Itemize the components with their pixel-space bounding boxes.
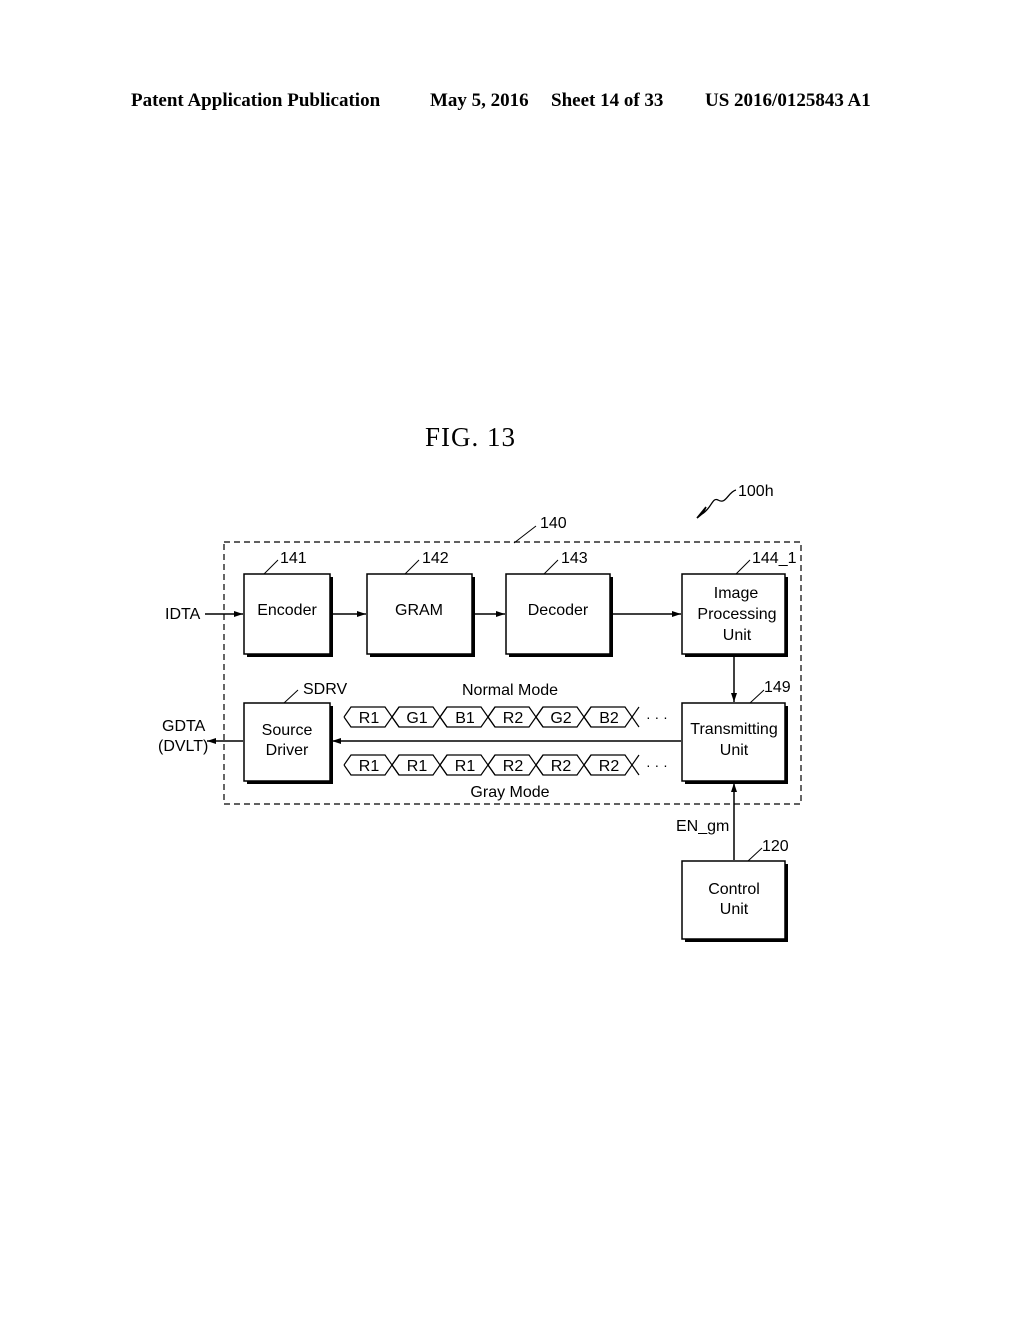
decoder-label: Decoder [528, 602, 589, 619]
normal-mode-cell-label: B1 [455, 710, 475, 727]
gray-mode-cell-label: R2 [503, 758, 524, 775]
normal-mode-cell-label: R2 [503, 710, 524, 727]
ref-149: 149 [764, 679, 791, 696]
ref-142: 142 [422, 550, 449, 567]
control-unit-block: Control Unit 120 [681, 838, 789, 942]
normal-mode-cell-label: G2 [550, 710, 571, 727]
decoder-block: Decoder 143 [505, 550, 613, 657]
signal-dvlt: (DVLT) [158, 738, 208, 755]
source-driver-label-1: Source [262, 722, 313, 739]
gray-mode-cell-label: R1 [455, 758, 476, 775]
transmitting-label-2: Unit [720, 742, 749, 759]
normal-mode-cell-label: G1 [406, 710, 427, 727]
ref-100h-leader [701, 489, 737, 515]
ref-100h: 100h [738, 483, 774, 500]
control-label-1: Control [708, 881, 760, 898]
image-processing-label-2: Processing [697, 606, 776, 623]
normal-mode-ellipsis: · · · [646, 709, 668, 725]
ref-141: 141 [280, 550, 307, 567]
transmitting-label-1: Transmitting [690, 721, 777, 738]
signal-idta: IDTA [165, 606, 201, 623]
block-diagram: 100h 140 Encoder 141 GRAM 142 Decoder 14… [158, 483, 802, 942]
ref-140: 140 [540, 515, 567, 532]
encoder-block: Encoder 141 [243, 550, 333, 657]
gray-mode-sequence: R1 R1 R1 R2 R2 R2 · · · [343, 754, 668, 776]
gray-mode-cell-label: R2 [599, 758, 620, 775]
transmitting-unit-block: Transmitting Unit 149 [681, 679, 791, 784]
ref-140-leader [513, 525, 537, 544]
control-label-2: Unit [720, 901, 749, 918]
image-processing-label-1: Image [714, 585, 759, 602]
image-processing-unit-block: Image Processing Unit 144_1 [681, 550, 797, 657]
signal-gdta: GDTA [162, 718, 206, 735]
normal-mode-cell-label: R1 [359, 710, 380, 727]
gray-mode-cell-label: R2 [551, 758, 572, 775]
ref-144-1: 144_1 [752, 550, 797, 567]
gram-label: GRAM [395, 602, 443, 619]
gray-mode-ellipsis: · · · [646, 757, 668, 773]
ref-143: 143 [561, 550, 588, 567]
encoder-label: Encoder [257, 602, 317, 619]
gram-block: GRAM 142 [366, 550, 475, 657]
source-driver-block: Source Driver SDRV [243, 681, 347, 784]
gray-mode-cell-label: R1 [359, 758, 380, 775]
source-driver-label-2: Driver [266, 742, 309, 759]
normal-mode-cell-label: B2 [599, 710, 619, 727]
signal-en-gm: EN_gm [676, 818, 729, 835]
normal-mode-label: Normal Mode [462, 682, 558, 699]
normal-mode-sequence: R1 G1 B1 R2 G2 B2 · · · [343, 706, 668, 728]
ref-120: 120 [762, 838, 789, 855]
gray-mode-cell-label: R1 [407, 758, 428, 775]
gray-mode-label: Gray Mode [470, 784, 549, 801]
image-processing-label-3: Unit [723, 627, 752, 644]
ref-sdrv: SDRV [303, 681, 347, 698]
